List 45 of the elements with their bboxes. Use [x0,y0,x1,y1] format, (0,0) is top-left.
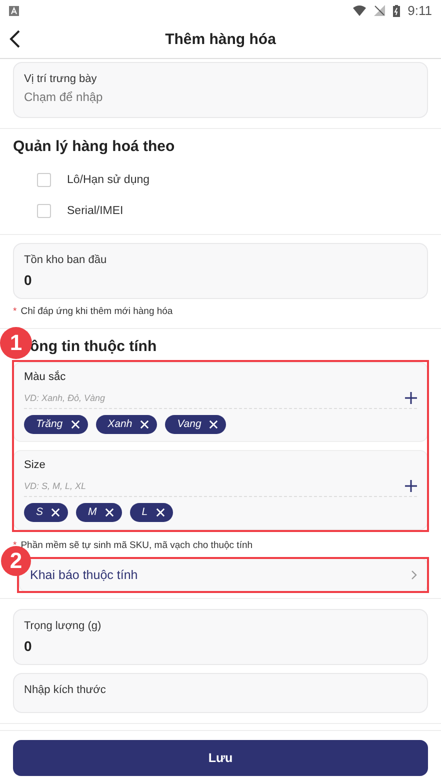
field-value: 0 [24,636,33,655]
value-tag[interactable]: Trăng [24,415,88,434]
field-label: Vị trí trưng bày [24,72,98,86]
checkbox-label[interactable]: Lô/Hạn sử dụng [67,172,150,188]
initial-stock-field[interactable]: Tồn kho ban đầu 0 [13,243,428,299]
battery-icon [392,4,400,17]
value-tag[interactable]: S [24,503,68,522]
dimensions-field[interactable]: Nhập kích thước [13,672,428,713]
add-icon[interactable] [405,480,417,492]
remove-icon[interactable] [209,420,218,430]
back-icon[interactable] [9,30,21,48]
no-sim-icon [374,5,385,16]
section-title: ông tin thuộc tính [30,338,157,356]
annotation-badge: 1 [0,327,32,360]
display-location-field[interactable]: Vị trí trưng bày Chạm để nhập [13,62,428,118]
remove-icon[interactable] [104,508,114,518]
value-tag[interactable]: Xanh [96,415,158,434]
remove-icon[interactable] [140,420,150,430]
chevron-right-icon [411,570,417,580]
weight-field[interactable]: Trọng lượng (g) 0 [13,609,428,665]
field-label: Trọng lượng (g) [24,619,102,634]
note-text: Chỉ đáp ứng khi thêm mới hàng hóa [20,306,173,318]
attribute-name: Màu sắc [24,370,67,384]
section-title: Quản lý hàng hoá theo [13,137,176,157]
clock: 9:11 [408,2,432,20]
remove-icon[interactable] [70,420,80,430]
field-label: Nhập kích thước [24,682,107,698]
page-title: Thêm hàng hóa [165,30,276,50]
value-tag[interactable]: Vang [165,415,226,434]
checkbox[interactable] [37,173,51,188]
remove-icon[interactable] [51,508,60,518]
input-field[interactable]: Chạm để nhập [24,90,417,106]
remove-icon[interactable] [156,508,165,518]
wifi-icon [352,5,366,16]
checkbox[interactable] [37,204,51,218]
field-value: 0 [24,270,33,289]
save-button[interactable]: Lưu [13,740,428,776]
notification-icon [9,6,19,16]
attribute-name: Size [24,458,46,472]
required-mark: * [13,306,17,318]
value-tag[interactable]: L [130,503,173,522]
value-tag[interactable]: M [76,503,122,522]
checkbox-label[interactable]: Serial/IMEI [67,204,124,218]
add-icon[interactable] [405,392,417,404]
field-label: Tồn kho ban đầu [24,253,108,268]
